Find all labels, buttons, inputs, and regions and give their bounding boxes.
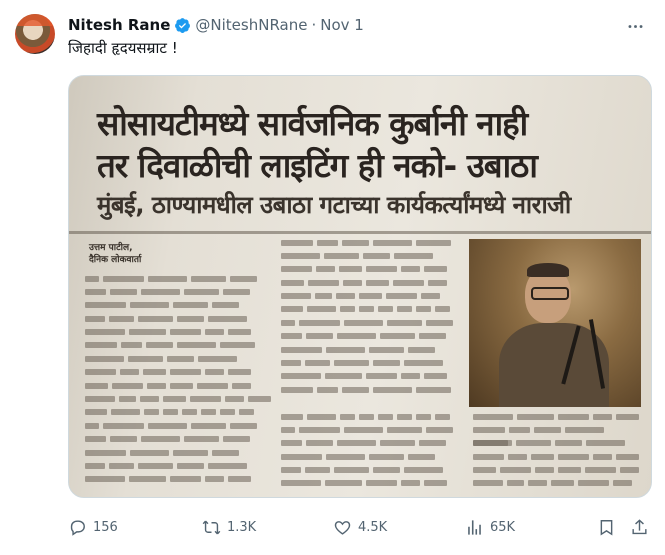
like-button[interactable]: 4.5K [333, 518, 387, 537]
analytics-icon [468, 519, 481, 535]
repost-icon [202, 520, 221, 534]
views-button[interactable]: 65K [465, 518, 515, 537]
byline-name: उत्तम पाटील, [89, 243, 133, 253]
views-count: 65K [490, 519, 516, 535]
author-handle[interactable]: @NiteshNRane [195, 16, 307, 34]
reply-icon [70, 519, 85, 536]
repost-count: 1.3K [227, 519, 257, 535]
byline-paper: दैनिक लोकवार्ता [89, 255, 142, 265]
reply-count: 156 [93, 519, 118, 535]
repost-button[interactable]: 1.3K [202, 518, 256, 537]
like-count: 4.5K [358, 519, 388, 535]
tweet-date[interactable]: Nov 1 [320, 16, 364, 34]
tweet-header: Nitesh Rane @NiteshNRane · Nov 1 [68, 14, 364, 36]
tweet-text: जिहादी हृदयसम्राट ! [68, 39, 178, 57]
newspaper-photo [469, 239, 641, 407]
article-column-2 [281, 236, 465, 408]
share-button[interactable] [630, 518, 649, 537]
newspaper-byline: उत्तम पाटील, दैनिक लोकवार्ता [89, 242, 141, 266]
article-column-4 [473, 410, 643, 494]
newspaper-divider [69, 231, 651, 234]
tweet-actions: 156 1.3K 4.5K 65K [68, 512, 647, 542]
more-horizontal-icon [628, 24, 642, 28]
avatar[interactable] [15, 14, 55, 54]
bookmark-icon [600, 519, 613, 536]
bookmark-button[interactable] [597, 518, 616, 537]
reply-button[interactable]: 156 [68, 518, 118, 537]
share-icon [632, 518, 647, 534]
separator-dot: · [311, 16, 317, 34]
article-column-3 [281, 410, 465, 494]
newspaper-subheadline: मुंबई, ठाण्यामधील उबाठा गटाच्या कार्यकर्… [97, 191, 571, 219]
newspaper-headline-line2: तर दिवाळीची लाइटिंग ही नको- उबाठा [97, 146, 538, 185]
newspaper-headline-line1: सोसायटीमध्ये सार्वजनिक कुर्बानी नाही [97, 104, 528, 143]
tweet-media-image[interactable]: सोसायटीमध्ये सार्वजनिक कुर्बानी नाही तर … [68, 75, 652, 498]
tweet[interactable]: Nitesh Rane @NiteshNRane · Nov 1 जिहादी … [0, 0, 665, 555]
author-name[interactable]: Nitesh Rane [68, 16, 170, 34]
heart-icon [334, 520, 351, 535]
article-column-1 [85, 272, 275, 494]
more-options-button[interactable] [623, 14, 647, 38]
verified-badge-icon [175, 17, 191, 33]
